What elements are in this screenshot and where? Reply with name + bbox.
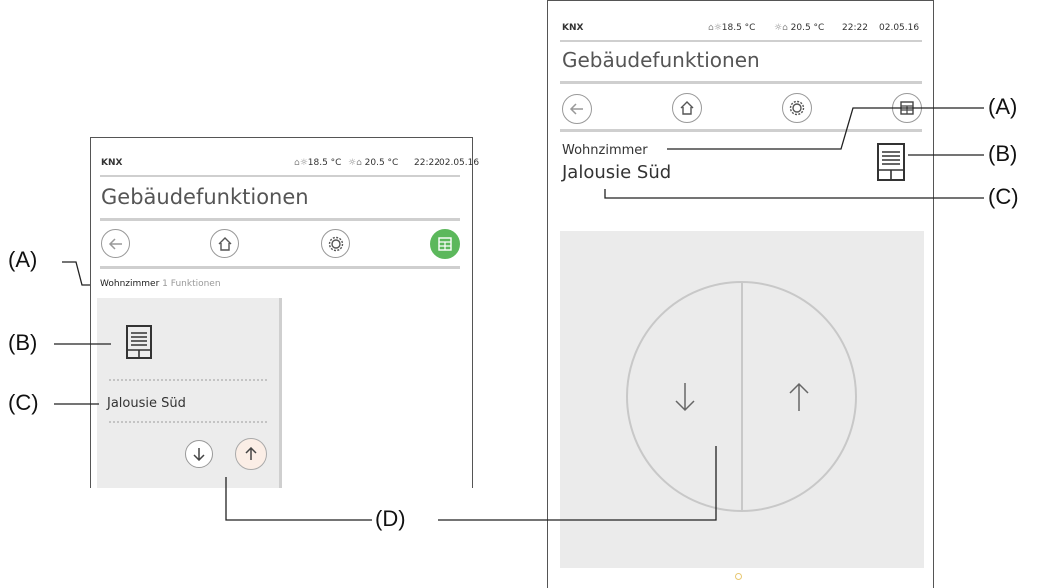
callout-c-right: (C) [988,184,1019,209]
callout-lines [54,107,984,521]
callout-b: (B) [8,330,38,355]
callout-c: (C) [8,390,39,415]
callout-a-right: (A) [988,94,1018,119]
callout-b-right: (B) [988,141,1018,166]
callout-a: (A) [8,247,38,272]
callout-d: (D) [375,506,406,531]
